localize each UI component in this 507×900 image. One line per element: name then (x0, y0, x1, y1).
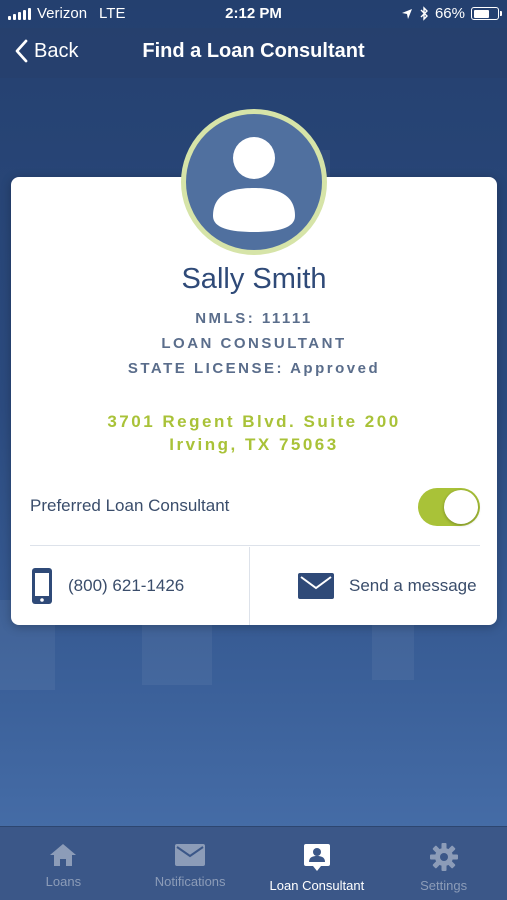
nmls-number: NMLS: 11111 (195, 310, 313, 327)
toggle-knob (444, 490, 478, 524)
preferred-consultant-toggle[interactable] (418, 488, 480, 526)
tab-label: Loan Consultant (269, 878, 365, 893)
tab-loans[interactable]: Loans (0, 827, 127, 900)
location-arrow-icon (401, 8, 412, 19)
chevron-left-icon (15, 39, 28, 63)
send-message-label: Send a message (349, 576, 477, 595)
envelope-icon (298, 573, 334, 599)
battery-percent: 66% (434, 5, 465, 22)
tab-settings[interactable]: Settings (380, 827, 507, 900)
tab-notifications[interactable]: Notifications (127, 827, 254, 900)
avatar (181, 109, 327, 255)
bluetooth-icon (420, 6, 428, 21)
preferred-consultant-row: Preferred Loan Consultant (30, 486, 480, 526)
person-silhouette-icon (213, 137, 295, 232)
address-line-2: Irving, TX 75063 (169, 435, 339, 454)
phone-icon (32, 568, 52, 604)
background-decoration (142, 625, 212, 685)
status-bar: Verizon LTE 2:12 PM 66% (0, 0, 507, 28)
tab-label: Loans (45, 874, 82, 889)
screen: Verizon LTE 2:12 PM 66% Back Find a Loan… (0, 0, 507, 900)
divider (249, 547, 250, 625)
status-right: 66% (401, 5, 502, 22)
home-icon (50, 844, 77, 866)
send-message-button[interactable]: Send a message (297, 547, 487, 625)
tab-label: Notifications (154, 874, 226, 889)
tab-bar: Loans Notifications Loan Consultant Sett… (0, 826, 507, 900)
back-button[interactable]: Back (14, 39, 78, 63)
tab-label: Settings (420, 878, 468, 893)
back-label: Back (34, 39, 79, 62)
battery-icon (471, 7, 502, 20)
battery-level (473, 9, 489, 18)
consultant-name: Sally Smith (181, 263, 327, 295)
address-line-1: 3701 Regent Blvd. Suite 200 (107, 412, 401, 431)
call-button[interactable]: (800) 621-1426 (30, 547, 245, 625)
phone-number: (800) 621-1426 (68, 576, 185, 595)
preferred-consultant-label: Preferred Loan Consultant (30, 496, 230, 515)
envelope-icon (175, 844, 206, 866)
contact-card-icon (303, 844, 330, 871)
background-decoration (372, 625, 414, 680)
navigation-bar: Back Find a Loan Consultant (0, 28, 507, 78)
gear-icon (429, 843, 458, 871)
tab-loan-consultant[interactable]: Loan Consultant (254, 827, 381, 900)
consultant-role: LOAN CONSULTANT (161, 335, 347, 352)
divider (30, 545, 480, 546)
state-license: STATE LICENSE: Approved (127, 360, 381, 377)
